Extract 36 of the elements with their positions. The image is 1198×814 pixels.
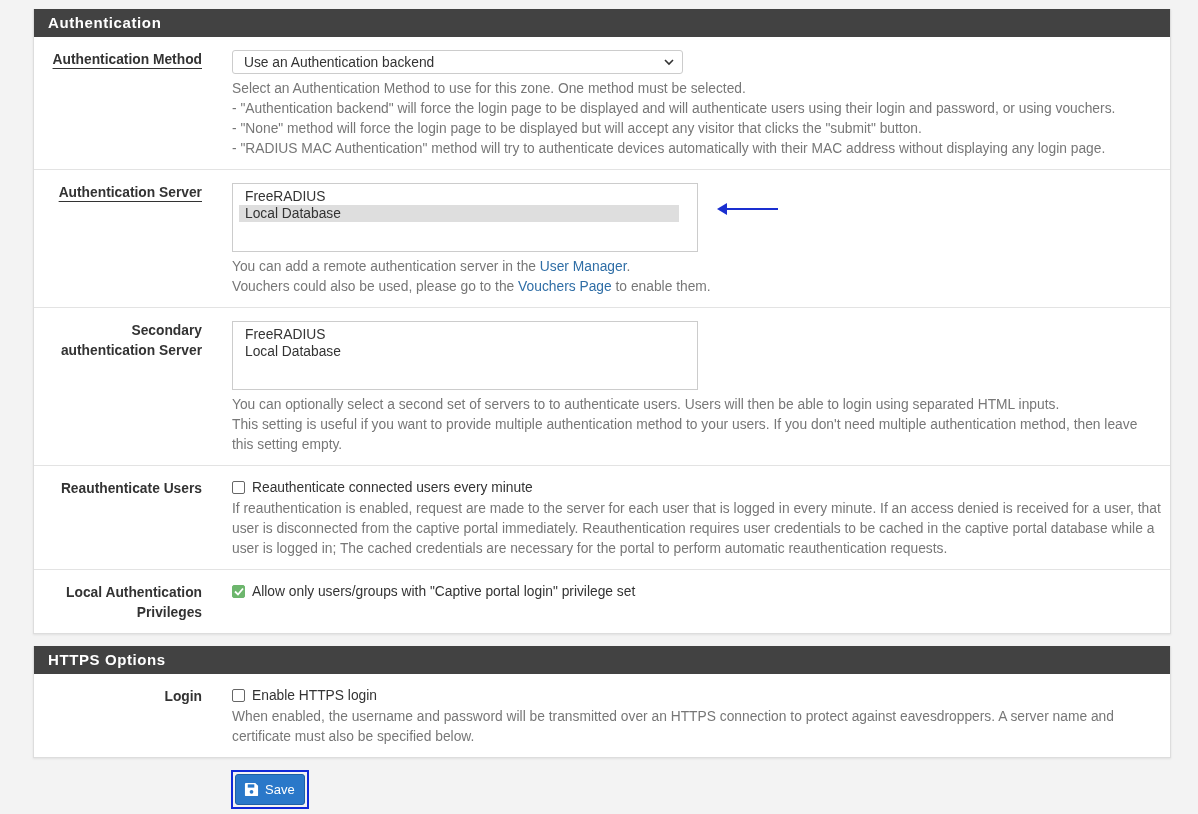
field-label: Local Authentication Privileges [65, 584, 202, 622]
help-text: You can optionally select a second set of servers to to authenticate users. Users will then be able to login using separated HTML inputs. [232, 396, 1061, 414]
panel-title: HTTPS Options [34, 646, 1170, 674]
field-label[interactable]: Authentication Method [52, 50, 202, 70]
help-link[interactable]: Vouchers Page [518, 279, 612, 294]
listbox-option[interactable]: Local Database [239, 205, 679, 222]
checkbox-label: Reauthenticate connected users every minute [252, 480, 533, 495]
help-text: This setting is useful if you want to provide multiple authentication method to your users. If you don't need multiple authentication method, then leave this setting empty. [232, 416, 1139, 454]
server-listbox[interactable]: FreeRADIUS Local Database [232, 321, 698, 390]
save-icon [244, 782, 259, 797]
help-text: When enabled, the username and password will be transmitted over an HTTPS connection to protect against eavesdroppers. A server name and certificate must also be specified below. [232, 708, 1115, 746]
listbox-option[interactable]: Local Database [239, 343, 679, 360]
checkbox[interactable] [232, 689, 245, 702]
help-text: - "Authentication backend" will force the login page to be displayed and will authenticate users using their login and password, or using vouchers. [232, 100, 1117, 118]
server-listbox[interactable]: FreeRADIUS Local Database [232, 183, 698, 252]
field-label[interactable]: Authentication Server [58, 183, 202, 203]
save-button[interactable]: Save [235, 774, 305, 805]
help-text: You can add a remote authentication server in the User Manager. [232, 258, 632, 276]
help-text: If reauthentication is enabled, request are made to the server for each user that is logged in every minute. If an access denied is received for a user, that user is disconnected from the captive portal immediately. Reauthentication requires user credentials to be cached in the captive portal database while a user is logged in; The cached credentials are necessary for the portal to perform automatic reauthentication requests. [232, 500, 1162, 558]
chevron-down-icon [664, 58, 674, 66]
field-label: Login [164, 688, 202, 706]
checkbox-label: Allow only users/groups with "Captive portal login" privilege set [252, 584, 636, 599]
help-link[interactable]: User Manager [539, 259, 627, 274]
dropdown-select[interactable]: Use an Authentication backend [232, 50, 683, 74]
panel-title: Authentication [34, 9, 1170, 37]
field-label: Reauthenticate Users [60, 480, 202, 498]
help-text: - "RADIUS MAC Authentication" method will try to authenticate devices automatically with their MAC address without displaying any login page. [232, 140, 1107, 158]
listbox-option[interactable]: FreeRADIUS [239, 326, 679, 343]
checkbox[interactable] [232, 481, 245, 494]
field-label: Secondary authentication Server [59, 322, 202, 360]
help-text: Select an Authentication Method to use for this zone. One method must be selected. [232, 80, 747, 98]
checkbox[interactable] [232, 585, 245, 598]
help-text: - "None" method will force the login page to be displayed but will accept any visitor that clicks the "submit" button. [232, 120, 923, 138]
help-text: Vouchers could also be used, please go to the Vouchers Page to enable them. [232, 278, 712, 296]
listbox-option[interactable]: FreeRADIUS [239, 188, 679, 205]
checkbox-label: Enable HTTPS login [252, 688, 377, 703]
